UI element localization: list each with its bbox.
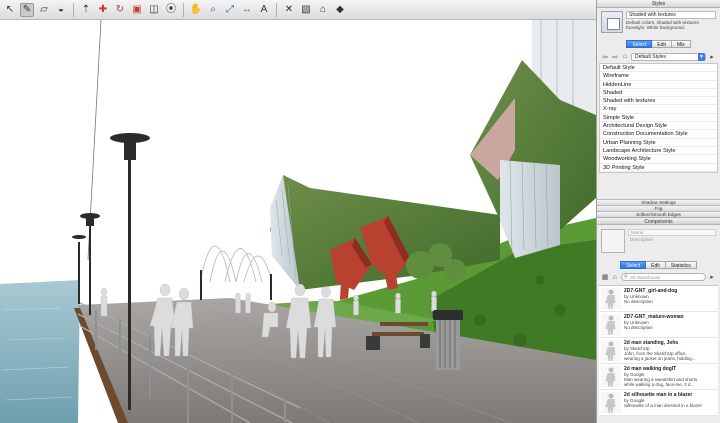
style-list-item[interactable]: Shaded with textures	[600, 97, 717, 106]
style-list-item[interactable]: Shaded	[600, 89, 717, 98]
pan-icon[interactable]: ✋	[189, 3, 203, 17]
component-detail: wearing a jacket on jeans, holding...	[624, 356, 696, 361]
person-silhouette-icon	[601, 365, 621, 387]
tab-select[interactable]: Select	[620, 260, 647, 269]
move-icon[interactable]: ✚	[96, 3, 110, 17]
style-list: Default Style Wireframe HiddenLine Shaded Sh…	[599, 63, 718, 173]
component-detail: Silhouette of a man dressed in a blazer	[624, 403, 703, 409]
text-icon[interactable]: A	[257, 3, 271, 17]
components-search-row: ▦ ⌂ ⚲ 3D Warehouse ▸	[597, 272, 720, 283]
home-icon[interactable]: ⌂	[621, 53, 629, 60]
scene-render[interactable]	[0, 20, 596, 423]
style-list-item[interactable]: HiddenLine	[600, 81, 717, 89]
component-list-item[interactable]: 2D7-GNT_mature-woman by Unknown No descrip…	[599, 312, 718, 338]
details-menu-icon[interactable]: ▸	[708, 53, 716, 61]
style-name-field[interactable]: Shaded with textures	[626, 11, 716, 19]
back-arrow-icon[interactable]: ⇦	[601, 53, 609, 61]
style-list-item[interactable]: Construction Documentation Style	[600, 130, 717, 139]
style-list-item[interactable]: Urban Planning Style	[600, 139, 717, 147]
style-thumbnail[interactable]	[601, 11, 623, 33]
push-pull-icon[interactable]: ⇡	[79, 3, 93, 17]
styles-panel-title[interactable]: Styles	[597, 0, 720, 8]
style-list-item[interactable]: Default Style	[600, 64, 717, 73]
tab-select[interactable]: Select	[626, 40, 653, 48]
style-list-item[interactable]: 3D Printing Style	[600, 164, 717, 172]
details-menu-icon[interactable]: ▸	[708, 273, 716, 281]
style-list-item[interactable]: Simple Style	[600, 114, 717, 123]
style-list-empty-area	[597, 172, 720, 199]
component-list: 2D7-GNT_girl-and-dog by Unknown No descrip…	[599, 284, 718, 416]
search-placeholder: 3D Warehouse	[630, 275, 661, 281]
tab-statistics[interactable]: Statistics	[665, 260, 697, 269]
tab-edit[interactable]: Edit	[652, 40, 672, 48]
zoom-icon[interactable]: ⌕	[206, 3, 220, 17]
person-silhouette-icon	[601, 391, 621, 413]
section-plane-icon[interactable]: ▧	[299, 3, 313, 17]
component-search-input[interactable]: ⚲ 3D Warehouse	[621, 273, 706, 282]
toolbar-separator	[73, 2, 74, 17]
component-thumbnail	[601, 228, 625, 253]
component-preview: Name Description	[597, 225, 720, 259]
component-list-item[interactable]: 2d silhouette man in a blazer by Google Si…	[599, 390, 718, 416]
style-list-item[interactable]: Architectural Design Style	[600, 122, 717, 131]
axes-icon[interactable]: ✕	[282, 3, 296, 17]
component-description-field[interactable]: Description	[628, 236, 716, 243]
home-icon[interactable]: ⌂	[611, 274, 619, 281]
person-silhouette-icon	[601, 313, 621, 335]
model-viewport[interactable]	[0, 20, 596, 423]
component-list-item[interactable]: 2d man standing, Johs by SketchUp John, fr…	[599, 338, 718, 364]
chevron-down-icon: ▼	[698, 52, 705, 61]
components-tabs: Select Edit Statistics	[597, 260, 720, 269]
component-detail: while walking a dog, face-me, 2 d...	[624, 382, 695, 387]
paint-bucket-icon[interactable]: ◒	[54, 3, 68, 17]
scale-icon[interactable]: ▣	[130, 3, 144, 17]
orbit-icon[interactable]: ⦿	[164, 3, 178, 17]
eraser-icon[interactable]: ▱	[37, 3, 51, 17]
tape-measure-icon[interactable]: ↔	[240, 3, 254, 17]
component-detail: No description	[624, 325, 653, 331]
style-description[interactable]: Default colors, shaded with textures fac…	[626, 20, 716, 30]
tab-edit[interactable]: Edit	[646, 260, 666, 269]
collection-label: Default Styles	[635, 53, 666, 60]
styles-tabs: Select Edit Mix	[597, 40, 720, 48]
styles-nav-row: ⇦ ⇨ ⌂ Default Styles ▼ ▸	[597, 51, 720, 62]
component-name-field[interactable]: Name	[628, 228, 716, 236]
main-toolbar: ↖ ✎ ▱ ◒ ⇡ ✚ ↻ ▣ ◫ ⦿ ✋ ⌕ ⤢ ↔ A ✕ ▧ ⌂ ◆	[0, 0, 596, 20]
search-icon: ⚲	[624, 274, 628, 281]
offset-icon[interactable]: ◫	[147, 3, 161, 17]
toolbar-separator	[276, 2, 277, 17]
style-list-item[interactable]: Wireframe	[600, 72, 717, 81]
person-silhouette-icon	[601, 339, 621, 361]
rotate-icon[interactable]: ↻	[113, 3, 127, 17]
style-collection-dropdown[interactable]: Default Styles ▼	[631, 52, 706, 61]
component-list-item[interactable]: 2D7-GNT_girl-and-dog by Unknown No descrip…	[599, 286, 718, 312]
style-list-item[interactable]: Woodworking Style	[600, 155, 717, 164]
person-silhouette-icon	[601, 287, 621, 309]
tab-mix[interactable]: Mix	[671, 40, 691, 48]
style-list-item[interactable]: X-ray	[600, 105, 717, 114]
component-detail: No description	[624, 299, 653, 305]
forward-arrow-icon[interactable]: ⇨	[611, 53, 619, 61]
current-style-preview: Shaded with textures Default colors, sha…	[597, 8, 720, 38]
zoom-extents-icon[interactable]: ⤢	[223, 3, 237, 17]
style-list-item[interactable]: Landscape Architecture Style	[600, 147, 717, 156]
extension-warehouse-icon[interactable]: ◆	[333, 3, 347, 17]
component-list-item[interactable]: 2d man walking dogIT by Google Man wearing…	[599, 364, 718, 390]
view-options-icon[interactable]: ▦	[601, 273, 609, 281]
default-tray: Styles Shaded with textures Default colo…	[596, 0, 720, 423]
select-arrow-icon[interactable]: ↖	[3, 3, 17, 17]
pencil-icon[interactable]: ✎	[20, 2, 34, 17]
components-panel-title[interactable]: Components	[597, 216, 720, 225]
3d-warehouse-icon[interactable]: ⌂	[316, 3, 330, 17]
toolbar-separator	[183, 2, 184, 17]
